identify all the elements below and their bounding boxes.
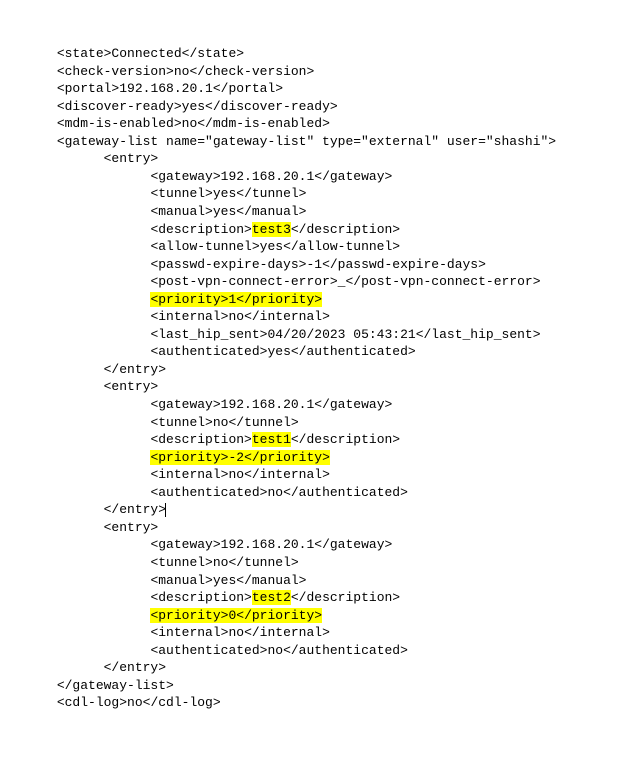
line-gateway-list-close: </gateway-list> (10, 678, 174, 693)
line-priority-1: <priority>1</priority> (10, 292, 322, 307)
line-tunnel-3: <tunnel>no</tunnel> (10, 555, 299, 570)
line-gateway-3: <gateway>192.168.20.1</gateway> (10, 537, 392, 552)
line-entry-open-1: <entry> (10, 151, 158, 166)
line-gateway-2: <gateway>192.168.20.1</gateway> (10, 397, 392, 412)
highlight-priority-1: <priority>1</priority> (150, 292, 322, 307)
line-entry-close-2: </entry> (10, 502, 166, 517)
line-entry-close-3: </entry> (10, 660, 166, 675)
line-entry-close-1: </entry> (10, 362, 166, 377)
line-discover-ready: <discover-ready>yes</discover-ready> (10, 99, 338, 114)
line-last-hip-sent: <last_hip_sent>04/20/2023 05:43:21</last… (10, 327, 541, 342)
line-tunnel-1: <tunnel>yes</tunnel> (10, 186, 306, 201)
line-passwd-expire-days: <passwd-expire-days>-1</passwd-expire-da… (10, 257, 486, 272)
line-internal-3: <internal>no</internal> (10, 625, 330, 640)
highlight-test1: test1 (252, 432, 291, 447)
line-description-1: <description>test3</description> (10, 222, 400, 237)
line-state: <state>Connected</state> (10, 46, 244, 61)
line-gateway-list-open: <gateway-list name="gateway-list" type="… (10, 134, 556, 149)
line-authenticated-2: <authenticated>no</authenticated> (10, 485, 408, 500)
highlight-test2: test2 (252, 590, 291, 605)
line-allow-tunnel-1: <allow-tunnel>yes</allow-tunnel> (10, 239, 400, 254)
line-priority-2: <priority>-2</priority> (10, 450, 330, 465)
line-authenticated-1: <authenticated>yes</authenticated> (10, 344, 416, 359)
line-manual-1: <manual>yes</manual> (10, 204, 306, 219)
line-tunnel-2: <tunnel>no</tunnel> (10, 415, 299, 430)
line-mdm-is-enabled: <mdm-is-enabled>no</mdm-is-enabled> (10, 116, 330, 131)
line-manual-3: <manual>yes</manual> (10, 573, 306, 588)
line-gateway-1: <gateway>192.168.20.1</gateway> (10, 169, 392, 184)
highlight-test3: test3 (252, 222, 291, 237)
line-priority-3: <priority>0</priority> (10, 608, 322, 623)
text-cursor (165, 503, 166, 517)
line-entry-open-2: <entry> (10, 379, 158, 394)
line-internal-1: <internal>no</internal> (10, 309, 330, 324)
highlight-priority-2: <priority>-2</priority> (150, 450, 329, 465)
line-authenticated-3: <authenticated>no</authenticated> (10, 643, 408, 658)
line-cdl-log: <cdl-log>no</cdl-log> (10, 695, 221, 710)
line-description-3: <description>test2</description> (10, 590, 400, 605)
xml-code-block: <state>Connected</state> <check-version>… (10, 45, 627, 712)
line-description-2: <description>test1</description> (10, 432, 400, 447)
line-internal-2: <internal>no</internal> (10, 467, 330, 482)
line-check-version: <check-version>no</check-version> (10, 64, 314, 79)
line-portal: <portal>192.168.20.1</portal> (10, 81, 283, 96)
highlight-priority-3: <priority>0</priority> (150, 608, 322, 623)
line-post-vpn-connect-error: <post-vpn-connect-error>_</post-vpn-conn… (10, 274, 541, 289)
line-entry-open-3: <entry> (10, 520, 158, 535)
